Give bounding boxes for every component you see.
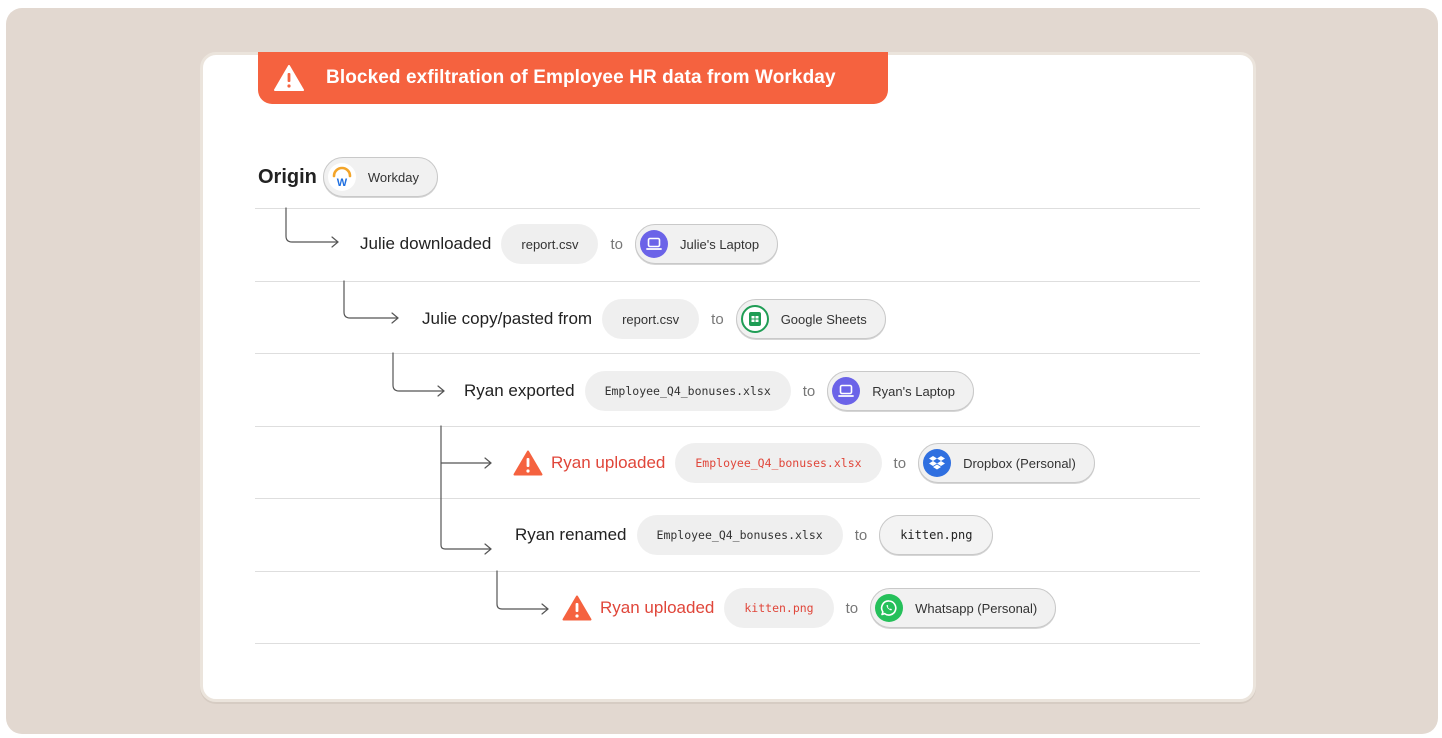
file-pill[interactable]: Employee_Q4_bonuses.xlsx (636, 515, 843, 555)
event-verb: Ryan exported (464, 381, 575, 400)
destination-pill[interactable]: Google Sheets (735, 299, 886, 339)
laptop-icon (639, 230, 668, 258)
event-verb: Julie downloaded (360, 234, 492, 253)
event-row-4: Ryan uploaded Employee_Q4_bonuses.xlsx t… (513, 441, 1095, 485)
file-pill[interactable]: report.csv (602, 299, 700, 339)
whatsapp-icon (875, 594, 904, 622)
event-verb: Ryan uploaded (600, 598, 715, 617)
file-pill[interactable]: Employee_Q4_bonuses.xlsx (584, 371, 791, 411)
event-row-2: Julie copy/pasted from report.csv to Goo… (422, 297, 886, 341)
destination-label: Dropbox (Personal) (963, 455, 1076, 471)
renamed-file-pill[interactable]: kitten.png (879, 515, 994, 555)
destination-label: Julie's Laptop (679, 236, 760, 252)
file-pill[interactable]: report.csv (501, 224, 599, 264)
to-label: to (893, 454, 907, 472)
warning-icon (562, 595, 592, 621)
file-pill[interactable]: Employee_Q4_bonuses.xlsx (675, 443, 882, 483)
destination-label: Whatsapp (Personal) (915, 600, 1038, 616)
destination-pill[interactable]: Whatsapp (Personal) (870, 588, 1057, 628)
event-row-5: Ryan renamed Employee_Q4_bonuses.xlsx to… (515, 513, 994, 557)
destination-pill[interactable]: Julie's Laptop (634, 224, 779, 264)
to-label: to (610, 235, 623, 253)
destination-pill[interactable]: Dropbox (Personal) (918, 443, 1095, 483)
to-label: to (711, 310, 724, 328)
event-verb: Ryan renamed (515, 525, 627, 544)
dropbox-icon (923, 449, 952, 477)
destination-label: Ryan's Laptop (872, 383, 955, 399)
destination-pill[interactable]: Ryan's Laptop (827, 371, 974, 411)
destination-label: Google Sheets (780, 311, 867, 327)
event-row-3: Ryan exported Employee_Q4_bonuses.xlsx t… (464, 369, 974, 413)
to-label: to (854, 526, 868, 544)
file-pill[interactable]: kitten.png (724, 588, 834, 628)
event-row-6: Ryan uploaded kitten.png to Whatsapp (Pe… (562, 586, 1057, 630)
google-sheets-icon (740, 305, 769, 333)
to-label: to (845, 599, 859, 617)
to-label: to (802, 382, 816, 400)
laptop-icon (832, 377, 861, 405)
event-verb: Julie copy/pasted from (422, 309, 593, 328)
event-verb: Ryan uploaded (551, 453, 666, 472)
event-row-1: Julie downloaded report.csv to Julie's L… (360, 222, 779, 266)
warning-icon (513, 450, 543, 476)
